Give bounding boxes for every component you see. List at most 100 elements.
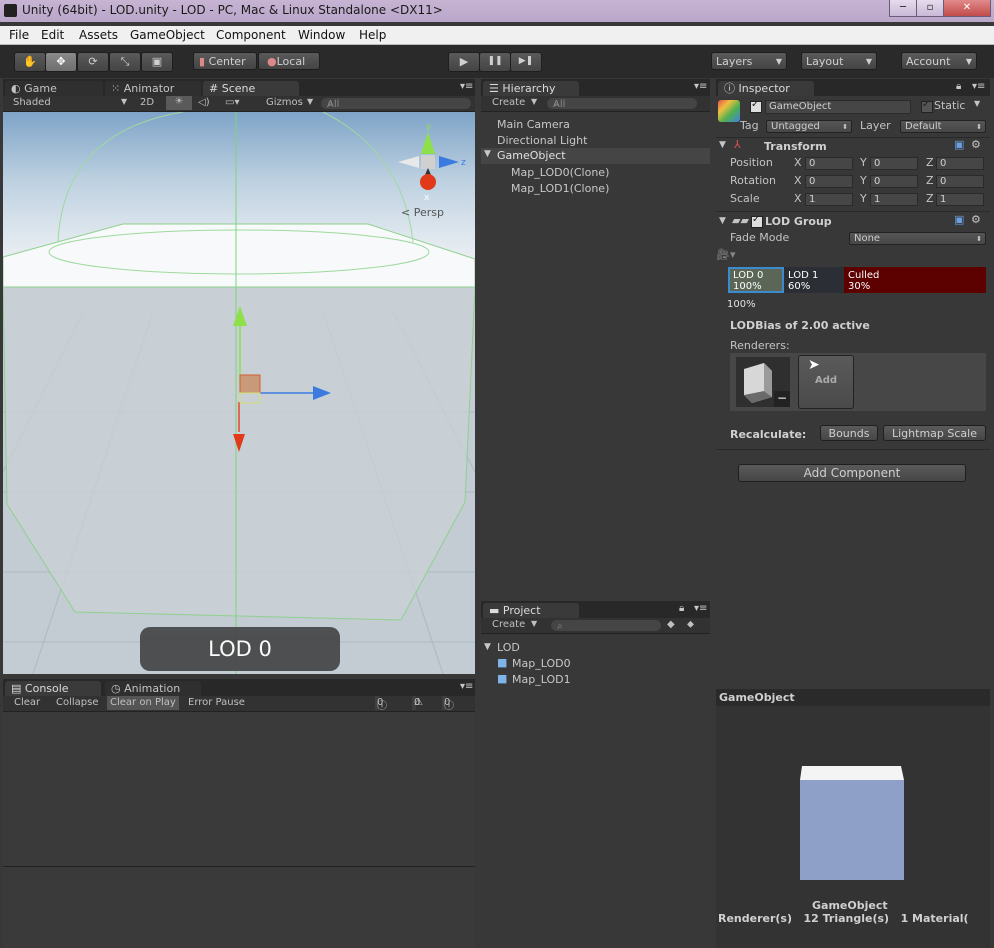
panel-menu-icon[interactable]: ▾≡ [460, 81, 473, 92]
hierarchy-item-main-camera[interactable]: Main Camera [497, 118, 570, 131]
layer-dropdown[interactable]: Default ⬍ [900, 120, 986, 133]
tab-inspector[interactable]: ⓘ Inspector [718, 81, 814, 96]
lod-group-enabled-checkbox[interactable] [751, 214, 763, 228]
persp-label[interactable]: < Persp [401, 206, 444, 219]
menu-window[interactable]: Window [298, 28, 345, 42]
warning-count-toggle[interactable]: ⚠ 0 [412, 696, 423, 710]
dropdown-arrow-icon[interactable]: ▼ [974, 99, 980, 108]
rotation-y-field[interactable]: 0 [870, 175, 918, 188]
panel-menu-icon[interactable]: ▾≡ [694, 603, 707, 614]
rotation-x-field[interactable]: 0 [805, 175, 853, 188]
panel-menu-icon[interactable]: ▾≡ [972, 81, 985, 92]
effects-toggle-icon[interactable]: ▭▾ [225, 97, 239, 108]
project-item-map-lod1[interactable]: Map_LOD1 [512, 673, 571, 686]
hand-tool-icon[interactable]: ✋ [14, 52, 46, 72]
lod-band-lod1[interactable]: LOD 1 60% [784, 267, 844, 293]
console-clear-button[interactable]: Clear [14, 697, 40, 708]
settings-gear-icon[interactable]: ⚙ [971, 138, 981, 151]
help-book-icon[interactable]: ▣ [954, 213, 964, 226]
menu-component[interactable]: Component [216, 28, 286, 42]
collapse-arrow-icon[interactable]: ▼ [719, 140, 726, 150]
hierarchy-item-gameobject[interactable]: GameObject [497, 149, 566, 162]
tag-dropdown[interactable]: Untagged ⬍ [766, 120, 852, 133]
account-dropdown[interactable]: Account ▼ [901, 52, 977, 70]
layout-dropdown[interactable]: Layout ▼ [801, 52, 877, 70]
tab-project[interactable]: ▬ Project [483, 603, 579, 618]
hierarchy-item-gameobject-row[interactable]: ▼ GameObject [481, 148, 710, 164]
console-error-pause-button[interactable]: Error Pause [188, 697, 245, 708]
scale-y-field[interactable]: 1 [870, 193, 918, 206]
minimize-button[interactable]: ─ [889, 0, 917, 17]
tab-animation[interactable]: ◷ Animation [105, 681, 201, 696]
close-button[interactable]: ✕ [943, 0, 991, 17]
active-checkbox[interactable] [750, 99, 762, 113]
add-renderer-button[interactable]: Add ➤ [798, 355, 854, 409]
orientation-neg-x-cone-icon[interactable] [398, 156, 419, 168]
camera-slider-icon[interactable]: 🎥︎▾ [716, 248, 736, 261]
rotate-tool-icon[interactable]: ⟳ [77, 52, 109, 72]
mode-2d-toggle[interactable]: 2D [140, 97, 154, 108]
renderer-slot[interactable]: − [736, 357, 790, 407]
orientation-x-cone-icon[interactable] [420, 174, 436, 190]
menu-help[interactable]: Help [359, 28, 386, 42]
pause-button[interactable]: ❚❚ [479, 52, 511, 72]
expand-arrow-icon[interactable]: ▼ [484, 642, 491, 652]
hierarchy-create-dropdown[interactable]: Create [492, 97, 525, 108]
lock-icon[interactable]: 🔒︎ [956, 81, 961, 92]
project-item-map-lod0[interactable]: Map_LOD0 [512, 657, 571, 670]
rect-tool-icon[interactable]: ▣ [141, 52, 173, 72]
gizmo-center-handle[interactable] [239, 374, 261, 394]
hierarchy-item-map-lod0-clone[interactable]: Map_LOD0(Clone) [511, 166, 609, 179]
console-log-area[interactable] [3, 712, 475, 948]
scale-tool-icon[interactable]: ⤡ [109, 52, 141, 72]
log-count-toggle[interactable]: ⓘ 0 [375, 696, 387, 712]
settings-gear-icon[interactable]: ⚙ [971, 213, 981, 226]
panel-menu-icon[interactable]: ▾≡ [694, 81, 707, 92]
orientation-z-cone-icon[interactable] [439, 156, 459, 168]
error-count-toggle[interactable]: ⓘ 0 [442, 696, 454, 712]
menu-assets[interactable]: Assets [79, 28, 118, 42]
lod-band-lod0[interactable]: LOD 0 100% [728, 267, 784, 293]
recalculate-bounds-button[interactable]: Bounds [820, 425, 878, 441]
shading-dropdown[interactable]: Shaded [13, 97, 51, 108]
project-create-dropdown[interactable]: Create [492, 619, 525, 630]
hierarchy-item-map-lod1-clone[interactable]: Map_LOD1(Clone) [511, 182, 609, 195]
scene-search-input[interactable]: ⌕ All [321, 98, 471, 110]
play-button[interactable]: ▶ [448, 52, 480, 72]
static-checkbox[interactable] [921, 99, 933, 113]
lock-icon[interactable]: 🔒︎ [679, 603, 684, 614]
tab-hierarchy[interactable]: ☰ Hierarchy [483, 81, 579, 96]
tab-animator[interactable]: ⁙ Animator [105, 81, 201, 96]
preview-viewport[interactable]: GameObject Renderer(s) 12 Triangle(s) 1 … [716, 706, 990, 948]
scale-x-field[interactable]: 1 [805, 193, 853, 206]
position-z-field[interactable]: 0 [936, 157, 984, 170]
project-search-input[interactable]: ⌕ [551, 620, 661, 632]
step-button[interactable]: ▶❚ [510, 52, 542, 72]
scene-viewport[interactable]: y z x < Persp LOD 0 [3, 112, 475, 674]
preview-header[interactable]: GameObject [716, 689, 990, 706]
hierarchy-item-directional-light[interactable]: Directional Light [497, 134, 587, 147]
expand-arrow-icon[interactable]: ▼ [484, 149, 491, 159]
object-name-field[interactable]: GameObject [765, 100, 911, 114]
tab-game[interactable]: ◐ Game [5, 81, 103, 96]
orientation-y-cone-icon[interactable] [421, 132, 435, 154]
help-book-icon[interactable]: ▣ [954, 138, 964, 151]
move-tool-icon[interactable]: ✥ [45, 52, 77, 72]
position-y-field[interactable]: 0 [870, 157, 918, 170]
console-collapse-button[interactable]: Collapse [56, 697, 99, 708]
menu-file[interactable]: File [9, 28, 29, 42]
pivot-local-button[interactable]: ●Local [258, 52, 320, 70]
layers-dropdown[interactable]: Layers ▼ [711, 52, 787, 70]
project-item-lod[interactable]: LOD [497, 641, 520, 654]
remove-renderer-button[interactable]: − [774, 391, 790, 407]
audio-toggle-icon[interactable]: ◁) [198, 97, 210, 108]
orientation-center-cube[interactable] [421, 155, 435, 169]
filter-by-label-icon[interactable]: ⬥ [687, 619, 694, 630]
maximize-button[interactable]: ▫ [916, 0, 944, 17]
lighting-toggle-icon[interactable]: ☀ [166, 96, 192, 110]
rotation-z-field[interactable]: 0 [936, 175, 984, 188]
collapse-arrow-icon[interactable]: ▼ [719, 216, 726, 226]
tab-console[interactable]: ▤ Console [5, 681, 101, 696]
hierarchy-search-input[interactable]: ⌕ All [547, 98, 697, 110]
console-detail-divider[interactable] [3, 866, 475, 867]
